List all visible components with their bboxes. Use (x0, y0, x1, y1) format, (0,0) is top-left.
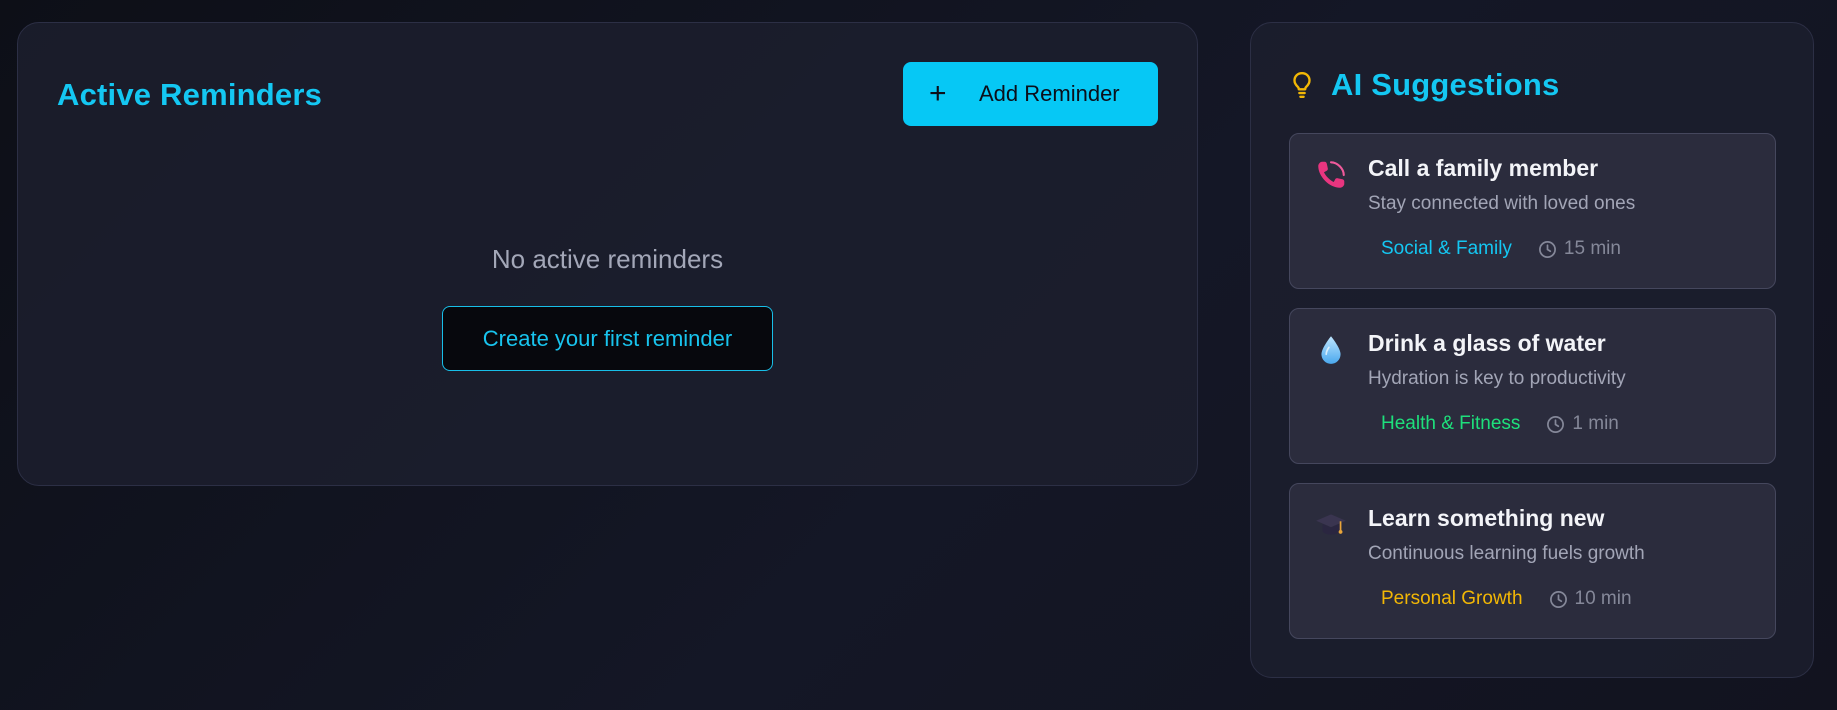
clock-icon (1538, 240, 1556, 258)
suggestion-card[interactable]: Drink a glass of water Hydration is key … (1289, 308, 1776, 464)
ai-suggestions-header: AI Suggestions (1289, 67, 1559, 103)
suggestion-description: Stay connected with loved ones (1368, 193, 1636, 214)
suggestion-title: Drink a glass of water (1368, 330, 1606, 356)
suggestion-meta: Health & Fitness 1 min (1381, 413, 1619, 435)
ai-suggestions-panel: AI Suggestions Call a family member Stay… (1250, 22, 1814, 678)
duration: 15 min (1538, 238, 1621, 260)
category-tag: Social & Family (1381, 238, 1512, 259)
category-tag: Personal Growth (1381, 588, 1523, 609)
ai-suggestions-title: AI Suggestions (1331, 67, 1560, 102)
suggestion-meta: Social & Family 15 min (1381, 238, 1621, 260)
clock-icon (1549, 590, 1567, 608)
active-reminders-title: Active Reminders (57, 77, 323, 112)
plus-icon: + (929, 77, 947, 110)
suggestion-meta: Personal Growth 10 min (1381, 588, 1632, 610)
suggestion-description: Hydration is key to productivity (1368, 368, 1626, 389)
clock-icon (1547, 415, 1565, 433)
phone-icon (1318, 161, 1345, 188)
duration-text: 15 min (1563, 238, 1621, 259)
active-reminders-panel: Active Reminders + Add Reminder No activ… (17, 22, 1198, 486)
lightbulb-icon (1293, 72, 1311, 98)
empty-state-text: No active reminders (491, 244, 724, 274)
suggestion-title: Call a family member (1368, 155, 1599, 181)
duration-text: 1 min (1572, 413, 1619, 434)
suggestion-card[interactable]: Learn something new Continuous learning … (1289, 483, 1776, 639)
suggestion-title: Learn something new (1368, 505, 1605, 531)
graduation-cap-icon (1316, 514, 1346, 535)
category-tag: Health & Fitness (1381, 413, 1521, 434)
add-reminder-button[interactable]: + Add Reminder (903, 62, 1158, 126)
duration-text: 10 min (1574, 588, 1632, 609)
water-drop-icon (1321, 336, 1341, 364)
create-first-reminder-button[interactable]: Create your first reminder (442, 306, 773, 371)
add-reminder-label: Add Reminder (979, 81, 1120, 106)
suggestion-card[interactable]: Call a family member Stay connected with… (1289, 133, 1776, 289)
duration: 10 min (1549, 588, 1632, 610)
suggestion-description: Continuous learning fuels growth (1368, 543, 1645, 564)
duration: 1 min (1546, 413, 1619, 435)
